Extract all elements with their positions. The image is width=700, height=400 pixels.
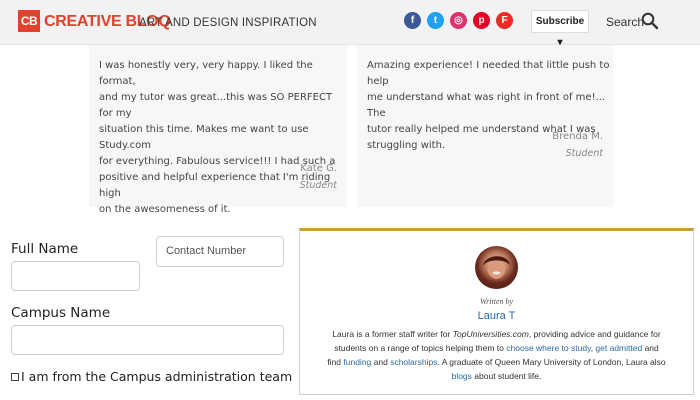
full-name-input[interactable] — [11, 261, 140, 291]
quote-line: me understand what was right in front of… — [367, 92, 606, 119]
testimonial-role: Student — [299, 180, 337, 191]
testimonial-author: Kate G. — [300, 163, 337, 174]
flipboard-icon[interactable]: F — [496, 12, 513, 29]
testimonial-card: Amazing experience! I needed that little… — [357, 45, 613, 207]
admin-team-checkbox[interactable] — [11, 373, 19, 381]
contact-number-input[interactable]: Contact Number — [156, 236, 284, 267]
search-label[interactable]: Search — [606, 15, 644, 29]
testimonial-role: Student — [565, 148, 603, 159]
campus-name-label: Campus Name — [11, 305, 111, 321]
funding-link[interactable]: funding — [343, 357, 371, 367]
quote-line: on the awesomeness of it. — [99, 204, 231, 215]
bio-text: . A graduate of Queen Mary University of… — [437, 357, 666, 367]
search-icon[interactable] — [641, 12, 659, 30]
bio-text: students on a range of topics helping th… — [334, 343, 507, 353]
bio-line: find funding and scholarships. A graduat… — [312, 355, 681, 369]
facebook-icon[interactable]: f — [404, 12, 421, 29]
campus-name-input[interactable] — [11, 325, 284, 355]
get-admitted-link[interactable]: get admitted — [595, 343, 642, 353]
testimonial-author: Brenda M. — [552, 131, 603, 142]
bio-text: and — [371, 357, 391, 367]
twitter-icon[interactable]: t — [427, 12, 444, 29]
site-header: CB CREATIVE BLOQ ART AND DESIGN INSPIRAT… — [0, 0, 700, 48]
bio-line: blogs about student life. — [312, 369, 681, 383]
quote-line: I was honestly very, very happy. I liked… — [99, 60, 313, 87]
bio-line: Laura is a former staff writer for TopUn… — [312, 327, 681, 341]
quote-line: Amazing experience! I needed that little… — [367, 60, 610, 87]
admin-team-checkbox-label[interactable]: I am from the Campus administration team — [21, 369, 292, 385]
bio-text: find — [327, 357, 344, 367]
full-name-label: Full Name — [11, 241, 79, 257]
bio-text: Laura is a former staff writer for — [332, 329, 453, 339]
pinterest-icon[interactable]: p — [473, 12, 490, 29]
author-name-link[interactable]: Laura T — [300, 309, 693, 323]
author-card: Written by Laura T Laura is a former sta… — [299, 228, 694, 395]
quote-line: and my tutor was great...this was SO PER… — [99, 92, 333, 119]
blogs-link[interactable]: blogs — [452, 371, 472, 381]
testimonial-card: I was honestly very, very happy. I liked… — [89, 45, 347, 215]
choose-where-to-study-link[interactable]: choose where to study — [506, 343, 590, 353]
scholarships-link[interactable]: scholarships — [390, 357, 437, 367]
bio-text: , providing advice and guidance for — [528, 329, 661, 339]
subscribe-button[interactable]: Subscribe ▾ — [531, 10, 589, 48]
bio-site-name: TopUniversities.com — [452, 329, 529, 339]
bio-line: students on a range of topics helping th… — [312, 341, 681, 355]
site-tagline: ART AND DESIGN INSPIRATION — [139, 17, 317, 29]
bio-text: and — [642, 343, 659, 353]
testimonial-quote: I was honestly very, very happy. I liked… — [99, 58, 347, 218]
quote-line: situation this time. Makes me want to us… — [99, 124, 309, 151]
logo-mark[interactable]: CB — [18, 10, 40, 32]
author-avatar — [475, 246, 518, 289]
written-by-label: Written by — [479, 297, 514, 306]
bio-text: about student life. — [471, 371, 542, 381]
avatar-photo — [483, 256, 510, 279]
instagram-icon[interactable]: ◎ — [450, 12, 467, 29]
author-bio: Laura is a former staff writer for TopUn… — [312, 327, 681, 383]
